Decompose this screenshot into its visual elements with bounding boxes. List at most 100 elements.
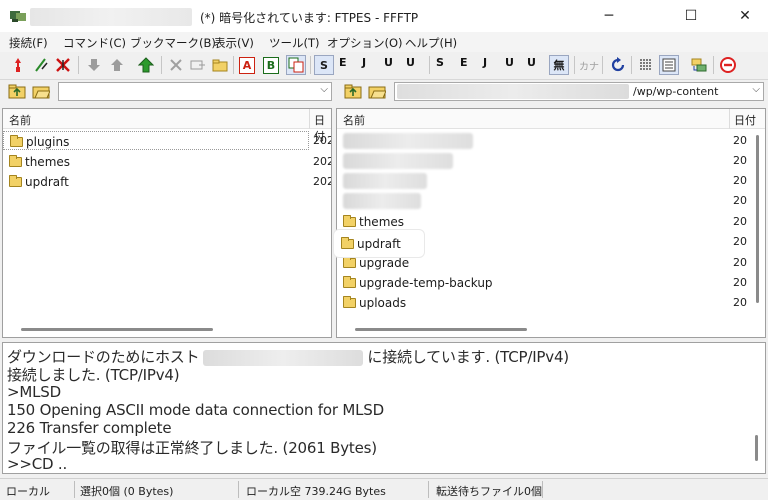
- column-date[interactable]: 日付: [734, 112, 756, 128]
- menu-view[interactable]: 表示(V): [214, 35, 254, 51]
- list-item[interactable]: themes 202: [3, 152, 331, 172]
- auto-mode-button[interactable]: [286, 55, 306, 75]
- file-date: 202: [313, 175, 332, 188]
- kanji-euc-button[interactable]: E: [339, 56, 347, 69]
- ascii-mode-button[interactable]: A: [239, 57, 255, 74]
- chevron-down-icon[interactable]: ⌵: [320, 84, 328, 95]
- menu-options[interactable]: オプション(O): [327, 35, 403, 51]
- stop-icon: [720, 57, 736, 73]
- sync-folder-icon: [691, 58, 707, 72]
- log-panel[interactable]: ダウンロードのためにホスト に接続しています. (TCP/IPv4) 接続しました…: [2, 342, 766, 474]
- column-name[interactable]: 名前: [9, 112, 31, 128]
- detail-view-icon: [662, 58, 676, 72]
- list-item[interactable]: updraft 202: [3, 172, 331, 192]
- list-item[interactable]: uploads 20: [337, 293, 765, 313]
- disconnect-button[interactable]: [53, 55, 73, 75]
- file-date: 20: [733, 235, 747, 248]
- kanji-utf8bom-button[interactable]: U: [406, 56, 415, 69]
- horizontal-scrollbar[interactable]: [21, 328, 213, 331]
- kanji-jis-button[interactable]: J: [362, 56, 366, 69]
- maximize-button[interactable]: ☐: [668, 0, 714, 32]
- kanji-sjis-button[interactable]: S: [314, 55, 334, 75]
- redacted-host-name: [30, 8, 192, 26]
- remote-up-folder-icon[interactable]: [344, 83, 362, 99]
- local-sjis-button[interactable]: S: [436, 56, 444, 69]
- folder-icon: [9, 175, 22, 187]
- download-button[interactable]: [84, 55, 104, 75]
- local-up-folder-icon[interactable]: [8, 83, 26, 99]
- log-text: に接続しています. (TCP/IPv4): [367, 348, 569, 366]
- column-divider[interactable]: [729, 109, 730, 129]
- status-divider: [74, 481, 75, 498]
- local-euc-button[interactable]: E: [460, 56, 468, 69]
- file-date: 20: [733, 154, 747, 167]
- ffftp-app-icon[interactable]: [9, 8, 27, 24]
- vertical-scrollbar[interactable]: [756, 135, 759, 303]
- mkdir-button[interactable]: [210, 55, 230, 75]
- rename-button[interactable]: [188, 55, 208, 75]
- close-button[interactable]: ✕: [722, 0, 768, 32]
- list-item[interactable]: plugins: [3, 131, 309, 150]
- redacted-item: [343, 193, 421, 209]
- column-name[interactable]: 名前: [343, 112, 365, 128]
- refresh-icon: [611, 57, 625, 72]
- remote-open-folder-icon[interactable]: [368, 83, 386, 99]
- remote-file-list[interactable]: 名前 日付 20 20 20 20 themes 20 updraft 20 u…: [336, 108, 766, 338]
- menu-bookmark[interactable]: ブックマーク(B): [130, 35, 216, 51]
- redacted-item: [343, 153, 453, 169]
- list-item[interactable]: themes 20: [337, 212, 765, 232]
- menu-tools[interactable]: ツール(T): [269, 35, 320, 51]
- list-item[interactable]: upgrade-temp-backup 20: [337, 273, 765, 293]
- redacted-item: [343, 173, 427, 189]
- toolbar-separator: [574, 56, 575, 74]
- toolbar: A B S E J U U S E J U U 無 カナ: [0, 52, 768, 80]
- no-convert-button[interactable]: 無: [549, 55, 569, 75]
- status-queue: 転送待ちファイル0個: [436, 485, 542, 498]
- list-view-button[interactable]: [636, 55, 656, 75]
- vertical-scrollbar[interactable]: [755, 435, 758, 461]
- mirror-upload-button[interactable]: [136, 55, 156, 75]
- local-utf8bom-button[interactable]: U: [527, 56, 536, 69]
- local-open-folder-icon[interactable]: [32, 83, 50, 99]
- remote-path-combo[interactable]: /wp/wp-content ⌵: [394, 82, 764, 101]
- menu-command[interactable]: コマンド(C): [63, 35, 126, 51]
- local-jis-button[interactable]: J: [483, 56, 487, 69]
- log-line: >MLSD: [7, 383, 61, 401]
- sync-folder-button[interactable]: [689, 55, 709, 75]
- status-divider: [428, 481, 429, 498]
- status-divider: [238, 481, 239, 498]
- connect-button[interactable]: [8, 55, 28, 75]
- upload-button[interactable]: [107, 55, 127, 75]
- list-view-icon: [640, 59, 652, 70]
- kanji-utf8n-button[interactable]: U: [384, 56, 393, 69]
- file-name: uploads: [359, 296, 407, 310]
- file-name: updraft: [25, 175, 69, 189]
- file-date: 20: [733, 276, 747, 289]
- local-path-combo[interactable]: ⌵: [58, 82, 332, 101]
- highlighted-item[interactable]: updraft: [341, 234, 421, 254]
- kana-convert-button[interactable]: カナ: [579, 55, 599, 75]
- new-folder-icon: [212, 59, 228, 72]
- window-title: (*) 暗号化されています: FTPES - FFFTP: [200, 11, 419, 25]
- folder-icon: [343, 276, 356, 288]
- delete-button[interactable]: [166, 55, 186, 75]
- local-file-list[interactable]: 名前 日付 plugins 202 themes 202 updraft 202: [2, 108, 332, 338]
- quick-connect-button[interactable]: [31, 55, 51, 75]
- binary-mode-button[interactable]: B: [263, 57, 279, 74]
- local-utf8n-button[interactable]: U: [505, 56, 514, 69]
- horizontal-scrollbar[interactable]: [355, 328, 527, 331]
- stop-button[interactable]: [718, 55, 738, 75]
- status-selection: 選択0個 (0 Bytes): [80, 485, 174, 498]
- menu-connect[interactable]: 接続(F): [9, 35, 48, 51]
- file-date: 202: [313, 134, 332, 147]
- menu-help[interactable]: ヘルプ(H): [405, 35, 457, 51]
- connect-icon: [15, 58, 21, 72]
- chevron-down-icon[interactable]: ⌵: [752, 84, 760, 95]
- file-date: 202: [313, 155, 332, 168]
- binary-b-icon: B: [266, 59, 276, 72]
- detail-view-button[interactable]: [659, 55, 679, 75]
- refresh-button[interactable]: [608, 55, 628, 75]
- minimize-button[interactable]: ─: [586, 0, 632, 32]
- column-divider[interactable]: [309, 109, 310, 129]
- rename-icon: [190, 60, 205, 70]
